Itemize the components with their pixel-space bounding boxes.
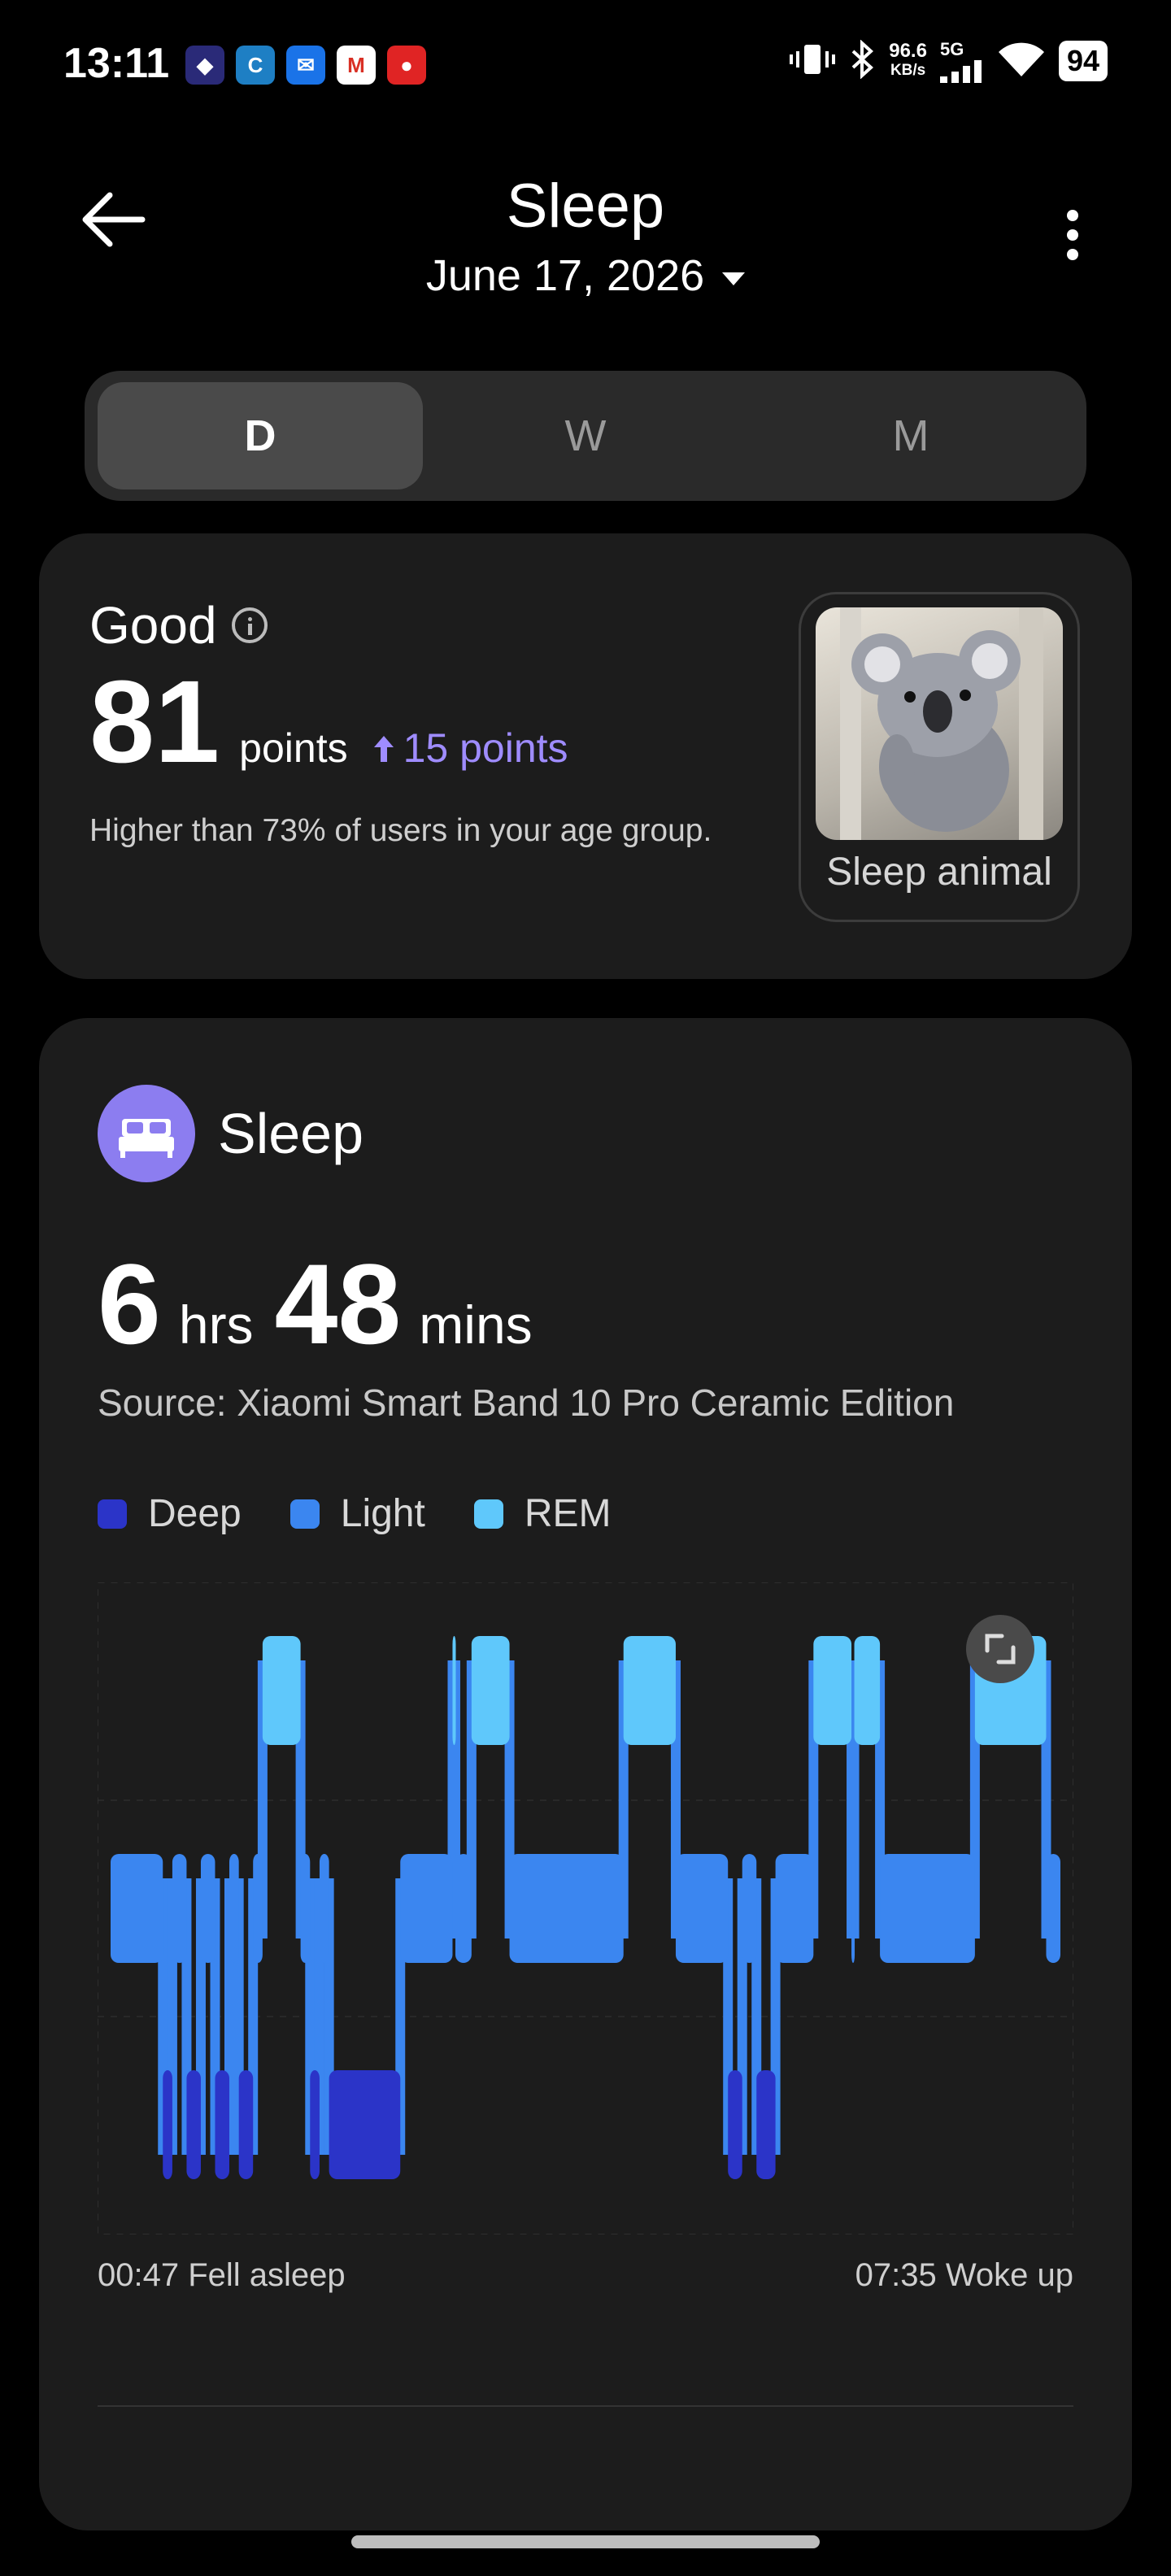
legend-item-light: Light — [289, 1491, 425, 1536]
stage-segment-deep — [163, 2070, 172, 2179]
network-type: 5G — [939, 39, 964, 59]
app-notification-icon: ◆ — [185, 46, 224, 85]
notification-icons: ◆ C ✉ M ● — [185, 46, 426, 85]
legend-item-deep: Deep — [98, 1491, 242, 1536]
duration-minutes-unit: mins — [419, 1295, 533, 1355]
duration-hours-unit: hrs — [178, 1295, 254, 1355]
stage-segment-deep — [238, 2070, 254, 2179]
score-delta: 15 points — [372, 724, 568, 772]
stage-segment-light — [111, 1854, 163, 1963]
speed-value: 96.6 — [889, 40, 927, 62]
date-selector[interactable]: June 17, 2026 — [0, 250, 1171, 301]
battery-indicator: 94 — [1058, 41, 1108, 81]
divider — [98, 2405, 1073, 2407]
stage-segment-light — [200, 1854, 215, 1963]
score-description: Higher than 73% of users in your age gro… — [89, 813, 712, 848]
stage-segment-deep — [310, 2070, 320, 2179]
sleep-animal-button[interactable]: Sleep animal — [799, 592, 1080, 922]
page-title: Sleep — [506, 172, 665, 241]
wifi-icon — [997, 41, 1046, 82]
stage-segment-rem — [813, 1636, 852, 1745]
tab-week[interactable]: W — [423, 382, 748, 490]
fell-asleep-time: 00:47 Fell asleep — [98, 2257, 346, 2293]
sleep-duration: 6 hrs 48 mins — [98, 1247, 554, 1361]
expand-icon — [985, 1634, 1016, 1664]
stage-segment-deep — [728, 2070, 742, 2179]
sleep-stage-chart[interactable] — [98, 1582, 1073, 2234]
sleep-score-card[interactable]: Good 81 points 15 points Higher than 73%… — [39, 533, 1132, 979]
stage-segment-light — [172, 1854, 187, 1963]
woke-up-time: 07:35 Woke up — [855, 2257, 1073, 2293]
stage-segment-light — [455, 1854, 472, 1963]
stage-segment-deep — [215, 2070, 229, 2179]
status-bar: 13:11 ◆ C ✉ M ● 96.6 KB/s 5G 94 — [0, 0, 1171, 130]
stage-segment-rem — [452, 1636, 456, 1745]
info-icon[interactable] — [231, 607, 268, 643]
network-speed: 96.6 KB/s — [889, 41, 927, 80]
gmail-icon: M — [337, 46, 376, 85]
duration-hours: 6 — [98, 1240, 161, 1368]
expand-chart-button[interactable] — [966, 1615, 1034, 1683]
stage-segment-deep — [186, 2070, 201, 2179]
stage-segment-rem — [262, 1636, 301, 1745]
date-label: June 17, 2026 — [425, 251, 705, 300]
messenger-icon: ✉ — [286, 46, 325, 85]
legend-label: Deep — [148, 1492, 242, 1535]
koala-image — [816, 607, 1063, 840]
score-rating: Good — [89, 596, 217, 655]
stage-segment-light — [229, 1854, 239, 1963]
tab-day[interactable]: D — [98, 382, 423, 490]
bed-icon — [98, 1085, 195, 1182]
bluetooth-icon — [848, 38, 876, 83]
stage-segment-light — [851, 1854, 855, 1963]
more-options-button[interactable] — [1056, 210, 1095, 262]
duration-minutes: 48 — [274, 1240, 402, 1368]
score-delta-value: 15 points — [403, 725, 568, 771]
stage-segment-light — [400, 1854, 453, 1963]
stage-segment-light — [880, 1854, 975, 1963]
stage-segment-light — [675, 1854, 729, 1963]
home-indicator[interactable] — [351, 2535, 820, 2548]
stage-segment-rem — [623, 1636, 676, 1745]
chart-legend: Deep Light REM — [98, 1491, 612, 1536]
cellular-signal-icon: 5G — [939, 39, 984, 83]
sleep-detail-card: Sleep 6 hrs 48 mins Source: Xiaomi Smart… — [39, 1018, 1132, 2530]
stage-segment-rem — [854, 1636, 881, 1745]
period-tabs: D W M — [85, 371, 1086, 501]
data-source: Source: Xiaomi Smart Band 10 Pro Ceramic… — [98, 1382, 955, 1424]
legend-item-rem: REM — [473, 1491, 612, 1536]
stage-segment-light — [509, 1854, 624, 1963]
score-value: 81 — [89, 656, 220, 787]
legend-swatch — [98, 1499, 127, 1529]
legend-swatch — [289, 1499, 320, 1529]
sleep-animal-label: Sleep animal — [826, 851, 1052, 894]
legend-swatch — [473, 1499, 503, 1529]
stage-segment-light — [300, 1854, 311, 1963]
stage-segment-light — [253, 1854, 263, 1963]
legend-label: Light — [340, 1492, 425, 1535]
arrow-up-icon — [373, 736, 394, 762]
score-unit: points — [239, 725, 348, 771]
app-notification-icon: C — [236, 46, 275, 85]
stage-segment-light — [775, 1854, 814, 1963]
caret-down-icon — [722, 272, 746, 285]
stage-segment-light — [742, 1854, 757, 1963]
hypnogram-svg — [98, 1582, 1073, 2234]
vibrate-icon — [790, 41, 836, 81]
speed-unit: KB/s — [890, 62, 926, 79]
app-notification-icon: ● — [387, 46, 426, 85]
stage-segment-light — [1046, 1854, 1060, 1963]
stage-segment-deep — [756, 2070, 776, 2179]
status-time: 13:11 — [63, 40, 170, 87]
tab-month[interactable]: M — [748, 382, 1073, 490]
stage-segment-rem — [471, 1636, 510, 1745]
legend-label: REM — [524, 1492, 612, 1535]
stage-segment-deep — [329, 2070, 401, 2179]
section-title: Sleep — [218, 1102, 364, 1165]
stage-segment-light — [319, 1854, 329, 1963]
